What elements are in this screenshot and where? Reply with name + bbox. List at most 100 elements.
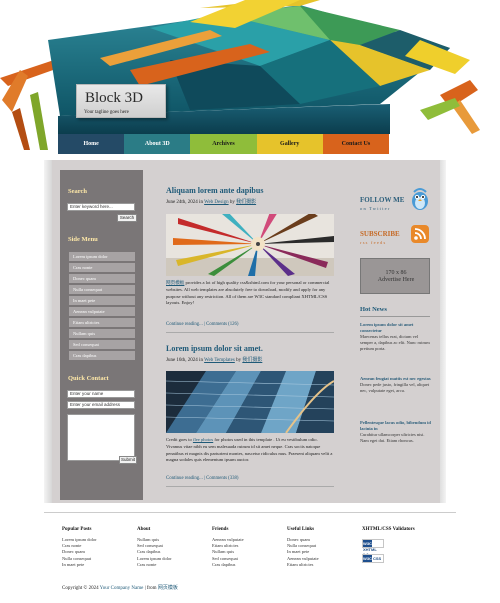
main-nav: Home About 3D Archives Gallery Contact U… bbox=[58, 134, 390, 154]
news-title[interactable]: Pellentesque lacus odio, bibendum id lac… bbox=[360, 420, 432, 432]
site-title[interactable]: Block 3D bbox=[85, 90, 143, 107]
side-menu-item[interactable]: Nulla consequat bbox=[69, 285, 135, 294]
w3c-css-badge[interactable]: W3CCSS bbox=[362, 554, 384, 563]
site-header: Block 3D Your tagline goes here Home Abo… bbox=[0, 0, 500, 160]
post-category-link[interactable]: Web Templates bbox=[204, 358, 235, 363]
side-menu-item[interactable]: In maet pete bbox=[69, 296, 135, 305]
site-tagline: Your tagline goes here bbox=[84, 110, 129, 115]
side-menu-item[interactable]: Donec quam bbox=[69, 274, 135, 283]
post-by: by bbox=[236, 358, 242, 363]
side-menu-heading: Side Menu bbox=[68, 236, 98, 243]
contact-name-field[interactable]: Enter your name bbox=[67, 390, 135, 398]
side-menu-item[interactable]: Etiam ultricies bbox=[69, 318, 135, 327]
post-text-link[interactable]: 网页模板 bbox=[166, 280, 184, 285]
post-image-pencils bbox=[166, 214, 334, 276]
news-item: Pellentesque lacus odio, bibendum id lac… bbox=[360, 420, 432, 444]
nav-home[interactable]: Home bbox=[58, 134, 125, 154]
side-menu: Lorem ipsum dolor Cras nonte Donec quam … bbox=[69, 252, 135, 362]
side-menu-item[interactable]: Lorem ipsum dolor bbox=[69, 252, 135, 261]
news-item: Lorem ipsum dolor sit amet consectetur M… bbox=[360, 322, 432, 352]
footer-link[interactable]: Etiam ultricies bbox=[287, 562, 357, 568]
news-item: Aenean feugiat mattis est nec egestas Do… bbox=[360, 376, 432, 394]
post-text-body: provides a lot of high quality css&xhtml… bbox=[166, 280, 330, 306]
news-body: Maecenas tellus erat, dictum vel semper … bbox=[360, 334, 430, 351]
footer-col-title: Popular Posts bbox=[62, 527, 92, 532]
footer-divider bbox=[44, 512, 456, 513]
post-image-building bbox=[166, 371, 334, 433]
pencils-photo bbox=[166, 214, 334, 276]
search-input[interactable]: Enter keyword here... bbox=[67, 203, 135, 211]
side-menu-item[interactable]: Nullam quis bbox=[69, 329, 135, 338]
footer-link[interactable]: In maet pete bbox=[62, 562, 132, 568]
subscribe-subheading[interactable]: rss feeds bbox=[360, 240, 386, 245]
copyright: Copyright © 2024 Your Company Name | fro… bbox=[62, 584, 178, 591]
contact-email-field[interactable]: Enter your email address bbox=[67, 401, 135, 409]
ad-text: Advertise Here bbox=[377, 277, 415, 283]
side-menu-item[interactable]: Sed consequat bbox=[69, 340, 135, 349]
hot-news-heading: Hot News bbox=[360, 306, 387, 313]
footer-col-title: XHTML/CSS Validators bbox=[362, 527, 415, 532]
post-text-prefix: Credit goes to bbox=[166, 437, 192, 442]
advertise-box[interactable]: 170 x 86 Advertise Here bbox=[360, 258, 430, 294]
post-excerpt: 网页模板 provides a lot of high quality css&… bbox=[166, 280, 334, 307]
nav-about-3d[interactable]: About 3D bbox=[124, 134, 191, 154]
post-author-link[interactable]: 我们摄影 bbox=[236, 200, 256, 205]
w3c-xhtml-badge[interactable]: W3CXHTML 1.0 bbox=[362, 539, 384, 557]
company-link[interactable]: Your Company Name bbox=[100, 586, 144, 591]
rss-icon[interactable] bbox=[411, 225, 429, 243]
post-author-link[interactable]: 我们摄影 bbox=[242, 358, 262, 363]
post-divider bbox=[166, 332, 334, 333]
building-photo bbox=[166, 371, 334, 433]
contact-submit-button[interactable]: Submit bbox=[119, 456, 137, 464]
left-sidebar: Search Enter keyword here... Search Side… bbox=[60, 170, 143, 500]
footer-col-popular: Popular Posts Lorem ipsum dolor Cras non… bbox=[62, 527, 132, 568]
post-category-link[interactable]: Web Design bbox=[204, 200, 228, 205]
footer-col-friends: Friends Aenean vulputate Etiam ultricies… bbox=[212, 527, 282, 568]
copyright-sep: | from bbox=[144, 586, 157, 591]
read-more-link[interactable]: Continue reading... bbox=[166, 476, 203, 481]
post-by: by bbox=[229, 200, 235, 205]
news-title[interactable]: Lorem ipsum dolor sit amet consectetur bbox=[360, 322, 432, 334]
read-more-link[interactable]: Continue reading... bbox=[166, 322, 203, 327]
nav-contact-us[interactable]: Contact Us bbox=[322, 134, 390, 154]
ad-size: 170 x 86 bbox=[385, 270, 407, 276]
search-button[interactable]: Search bbox=[117, 214, 137, 222]
nav-gallery[interactable]: Gallery bbox=[256, 134, 323, 154]
post-links: Continue reading... | Comments (126) bbox=[166, 322, 239, 327]
comments-link[interactable]: Comments (126) bbox=[206, 322, 238, 327]
search-heading: Search bbox=[68, 188, 88, 195]
post-text-link[interactable]: flee photos bbox=[193, 437, 213, 442]
post-date: June 16th, 2024 in bbox=[166, 358, 203, 363]
news-body: Curabitur ullamcorper ultricies nisi. Na… bbox=[360, 432, 425, 443]
post-date: June 24th, 2024 in bbox=[166, 200, 203, 205]
nav-archives[interactable]: Archives bbox=[190, 134, 257, 154]
follow-subheading[interactable]: on Twitter bbox=[360, 206, 390, 211]
footer-link[interactable]: Cras nonte bbox=[137, 562, 207, 568]
side-menu-item[interactable]: Aenean vulputate bbox=[69, 307, 135, 316]
post-title[interactable]: Aliquam lorem ante dapibus bbox=[166, 186, 263, 195]
post-title[interactable]: Lorem ipsum dolor sit amet. bbox=[166, 344, 263, 353]
news-body: Donec pede justo, fringilla vel, aliquet… bbox=[360, 382, 430, 393]
follow-heading[interactable]: FOLLOW ME bbox=[360, 196, 404, 204]
contact-message-field[interactable] bbox=[67, 414, 135, 461]
from-link[interactable]: 网页模板 bbox=[158, 586, 178, 591]
post-meta: June 16th, 2024 in Web Templates by 我们摄影 bbox=[166, 356, 262, 363]
footer-col-validators: XHTML/CSS Validators bbox=[362, 527, 432, 537]
post-excerpt: Credit goes to flee photos for photos us… bbox=[166, 437, 334, 464]
w3c-css-label: CSS bbox=[373, 556, 382, 561]
footer-link[interactable]: Cras dapibus bbox=[212, 562, 282, 568]
footer-col-title: Friends bbox=[212, 527, 229, 532]
main-content: Aliquam lorem ante dapibus June 24th, 20… bbox=[150, 170, 345, 500]
footer-col-title: Useful Links bbox=[287, 527, 315, 532]
side-menu-item[interactable]: Cras nonte bbox=[69, 263, 135, 272]
footer-col-title: About bbox=[137, 527, 151, 532]
side-menu-item[interactable]: Cras dapibus bbox=[69, 351, 135, 360]
comments-link[interactable]: Comments (338) bbox=[206, 476, 238, 481]
w3c-logo-icon: W3C bbox=[363, 555, 372, 562]
subscribe-heading[interactable]: SUBSCRIBE bbox=[360, 230, 400, 238]
copyright-text: Copyright © 2024 bbox=[62, 586, 99, 591]
right-sidebar: FOLLOW ME on Twitter SUBSCRIBE rss feeds… bbox=[352, 170, 436, 500]
hot-news-divider bbox=[360, 316, 430, 317]
post-meta: June 24th, 2024 in Web Design by 我们摄影 bbox=[166, 198, 256, 205]
twitter-bird-icon[interactable] bbox=[410, 188, 430, 212]
